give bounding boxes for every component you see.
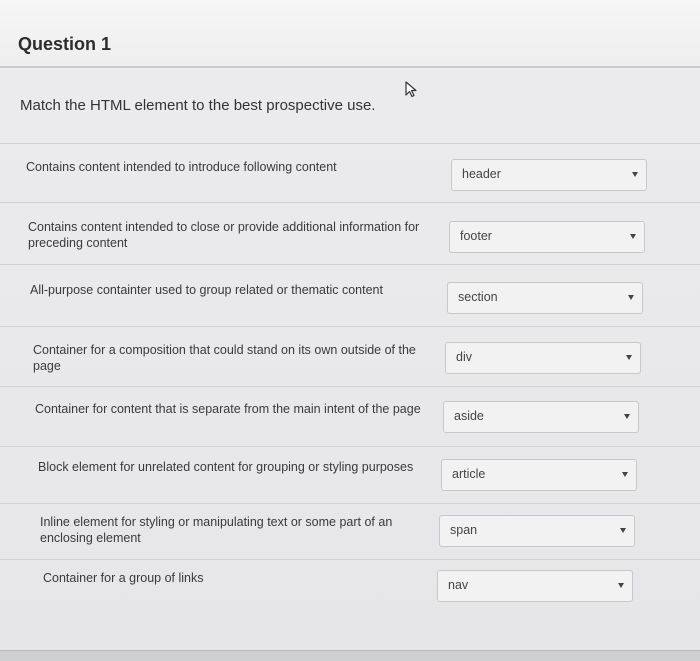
match-select[interactable]: span [439,515,635,547]
match-label: All-purpose containter used to group rel… [30,283,383,297]
select-value: aside [454,409,484,423]
divider [0,559,700,560]
select-value: div [456,350,472,364]
match-label: Inline element for styling or manipulati… [40,515,393,545]
divider [0,446,700,447]
select-value: nav [448,578,469,592]
select-value: section [458,290,498,304]
chevron-down-icon [620,528,626,533]
chevron-down-icon [626,355,632,360]
match-label: Container for content that is separate f… [35,402,421,416]
quiz-page: Question 1 Match the HTML element to the… [0,0,700,661]
divider [0,143,700,144]
question-header: Question 1 [0,0,700,68]
match-select[interactable]: header [451,159,647,191]
question-prompt: Match the HTML element to the best prosp… [20,97,376,114]
mouse-pointer-icon [405,81,417,98]
question-title: Question 1 [18,34,112,54]
divider [0,386,700,387]
match-select[interactable]: footer [449,221,645,253]
chevron-down-icon [632,172,638,177]
select-value: footer [460,229,492,243]
divider [0,264,700,265]
match-select[interactable]: article [441,459,637,491]
match-label: Container for a group of links [43,571,204,585]
bottom-bar [0,650,700,661]
divider [0,503,700,504]
select-value: span [450,523,478,537]
chevron-down-icon [618,583,624,588]
chevron-down-icon [630,234,636,239]
match-label: Contains content intended to introduce f… [26,160,337,174]
chevron-down-icon [622,472,628,477]
match-label: Container for a composition that could s… [33,343,416,373]
match-select[interactable]: div [445,342,641,374]
select-value: article [452,467,486,481]
select-value: header [462,167,501,181]
match-select[interactable]: aside [443,401,639,433]
chevron-down-icon [628,295,634,300]
match-label: Block element for unrelated content for … [38,460,414,474]
divider [0,202,700,203]
match-select[interactable]: section [447,282,643,314]
match-label: Contains content intended to close or pr… [28,220,420,250]
chevron-down-icon [624,414,630,419]
match-select[interactable]: nav [437,570,633,602]
divider [0,326,700,327]
